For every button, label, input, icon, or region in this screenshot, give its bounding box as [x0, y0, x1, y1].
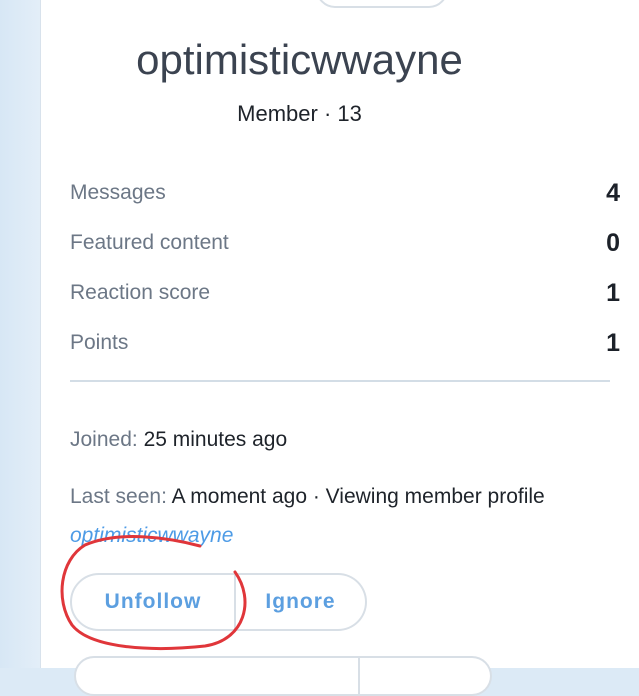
- stat-value: 1: [606, 328, 620, 357]
- stat-label: Messages: [70, 181, 166, 204]
- stat-row-messages[interactable]: Messages 4: [70, 168, 620, 218]
- stat-label: Featured content: [70, 231, 229, 254]
- member-stats: Messages 4 Featured content 0 Reaction s…: [70, 168, 620, 368]
- stat-row-featured-content[interactable]: Featured content 0: [70, 218, 620, 268]
- stat-value: 1: [606, 278, 620, 307]
- stat-row-points[interactable]: Points 1: [70, 318, 620, 368]
- joined-label: Joined:: [70, 428, 138, 451]
- stat-label: Reaction score: [70, 281, 211, 304]
- member-profile-link[interactable]: optimisticwwayne: [70, 524, 233, 547]
- secondary-action-button[interactable]: [360, 656, 492, 696]
- member-title-line: Member · 13: [237, 101, 362, 126]
- secondary-action-button[interactable]: [74, 656, 360, 696]
- stat-label: Points: [70, 331, 129, 354]
- joined-info: Joined: 25 minutes ago: [70, 428, 287, 452]
- stat-row-reaction-score[interactable]: Reaction score 1: [70, 268, 620, 318]
- stat-value: 0: [606, 228, 620, 257]
- divider: [70, 380, 610, 382]
- avatar[interactable]: [316, 0, 448, 8]
- joined-value: 25 minutes ago: [143, 428, 288, 451]
- last-seen-info: Last seen: A moment ago · Viewing member…: [70, 477, 600, 555]
- last-seen-value: A moment ago · Viewing member profile: [171, 485, 545, 508]
- member-actions: Unfollow Ignore: [70, 573, 367, 631]
- profile-username[interactable]: optimisticwwayne: [0, 36, 639, 84]
- ignore-button[interactable]: Ignore: [236, 573, 367, 631]
- stat-value: 4: [606, 178, 620, 207]
- secondary-actions: [74, 656, 492, 696]
- unfollow-button[interactable]: Unfollow: [70, 573, 236, 631]
- last-seen-label: Last seen:: [70, 485, 167, 508]
